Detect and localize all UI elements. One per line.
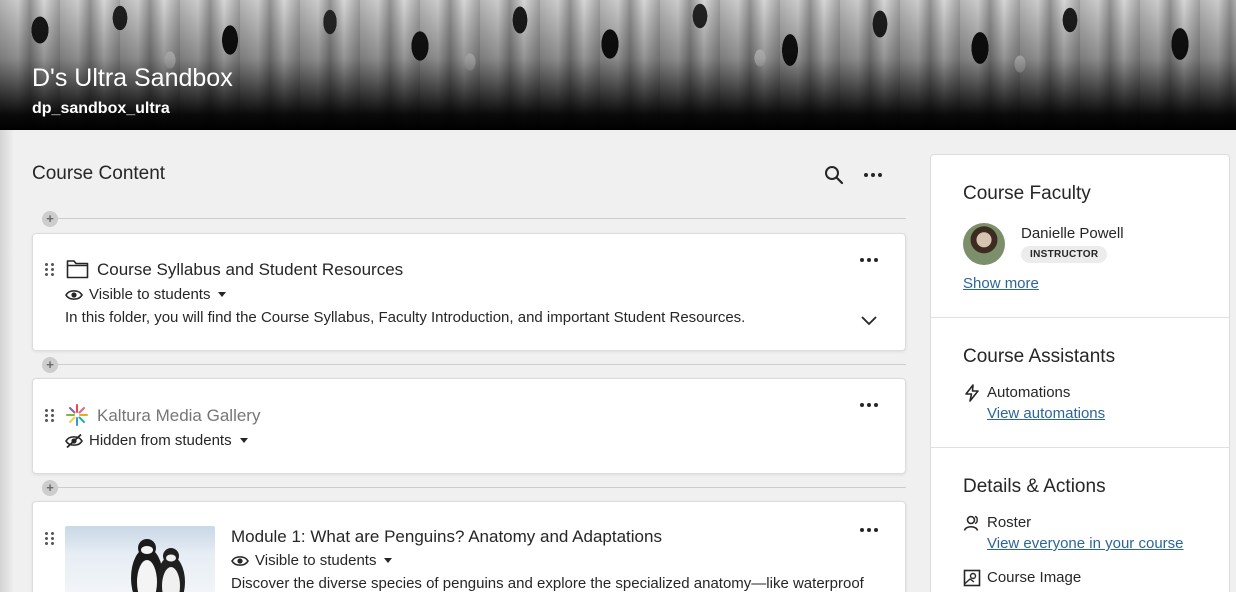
course-content-heading: Course Content <box>32 163 166 184</box>
lightning-icon <box>965 384 979 402</box>
course-assistants-heading: Course Assistants <box>963 346 1116 367</box>
panel-divider <box>931 447 1229 448</box>
drag-handle-icon[interactable] <box>45 409 55 422</box>
content-item-kaltura[interactable]: Kaltura Media Gallery Hidden from studen… <box>32 378 906 474</box>
penguin-image <box>131 539 185 592</box>
add-content-divider[interactable]: + <box>42 211 906 227</box>
visibility-label: Visible to students <box>255 552 377 569</box>
view-roster-link[interactable]: View everyone in your course <box>987 535 1184 552</box>
caret-down-icon <box>218 292 227 297</box>
visibility-toggle[interactable]: Visible to students <box>231 552 393 569</box>
drag-handle-icon[interactable] <box>45 263 55 276</box>
eye-icon <box>65 289 83 300</box>
add-icon[interactable]: + <box>42 480 58 496</box>
visibility-label: Visible to students <box>89 286 211 303</box>
details-actions-heading: Details & Actions <box>963 476 1106 497</box>
image-icon <box>963 569 981 587</box>
drag-handle-icon[interactable] <box>45 532 55 545</box>
visibility-toggle[interactable]: Hidden from students <box>65 432 248 449</box>
item-more-options-button[interactable] <box>857 518 881 542</box>
add-content-divider[interactable]: + <box>42 480 906 496</box>
add-icon[interactable]: + <box>42 357 58 373</box>
faculty-name[interactable]: Danielle Powell <box>1021 225 1124 242</box>
course-image-label: Course Image <box>987 569 1082 586</box>
add-content-divider[interactable]: + <box>42 357 906 373</box>
content-more-options-button[interactable] <box>861 163 885 187</box>
course-details-panel: Course Faculty Danielle Powell INSTRUCTO… <box>930 154 1230 592</box>
role-badge: INSTRUCTOR <box>1021 246 1108 263</box>
folder-icon <box>66 260 89 279</box>
content-item-module[interactable]: Module 1: What are Penguins? Anatomy and… <box>32 501 906 592</box>
show-more-link[interactable]: Show more <box>963 275 1039 292</box>
course-banner: D's Ultra Sandbox dp_sandbox_ultra <box>0 0 1236 130</box>
search-icon <box>825 166 844 185</box>
caret-down-icon <box>384 558 393 563</box>
visibility-label: Hidden from students <box>89 432 232 449</box>
view-automations-link[interactable]: View automations <box>987 405 1105 422</box>
chevron-down-icon <box>861 316 877 326</box>
add-icon[interactable]: + <box>42 211 58 227</box>
expand-button[interactable] <box>857 308 881 332</box>
item-more-options-button[interactable] <box>857 393 881 417</box>
course-title: D's Ultra Sandbox <box>32 64 233 92</box>
eye-icon <box>231 555 249 566</box>
content-item-title[interactable]: Course Syllabus and Student Resources <box>97 260 403 280</box>
content-item-description: Discover the diverse species of penguins… <box>231 575 864 592</box>
course-faculty-heading: Course Faculty <box>963 183 1091 204</box>
more-options-icon <box>860 528 878 532</box>
module-thumbnail[interactable] <box>65 526 215 592</box>
roster-icon <box>963 515 979 531</box>
search-button[interactable] <box>822 163 846 187</box>
caret-down-icon <box>239 438 248 443</box>
panel-divider <box>931 317 1229 318</box>
kaltura-icon <box>66 404 88 426</box>
roster-label: Roster <box>987 514 1032 531</box>
automations-label: Automations <box>987 384 1071 401</box>
content-item-folder[interactable]: Course Syllabus and Student Resources Vi… <box>32 233 906 351</box>
more-options-icon <box>860 258 878 262</box>
item-more-options-button[interactable] <box>857 248 881 272</box>
course-id: dp_sandbox_ultra <box>32 100 170 117</box>
more-options-icon <box>864 173 882 177</box>
visibility-toggle[interactable]: Visible to students <box>65 286 227 303</box>
content-item-description: In this folder, you will find the Course… <box>65 309 746 326</box>
edge-shadow <box>0 130 14 592</box>
content-item-title[interactable]: Module 1: What are Penguins? Anatomy and… <box>231 527 662 547</box>
avatar[interactable] <box>963 223 1005 265</box>
more-options-icon <box>860 403 878 407</box>
eye-slash-icon <box>65 433 83 448</box>
content-item-title[interactable]: Kaltura Media Gallery <box>97 406 260 426</box>
